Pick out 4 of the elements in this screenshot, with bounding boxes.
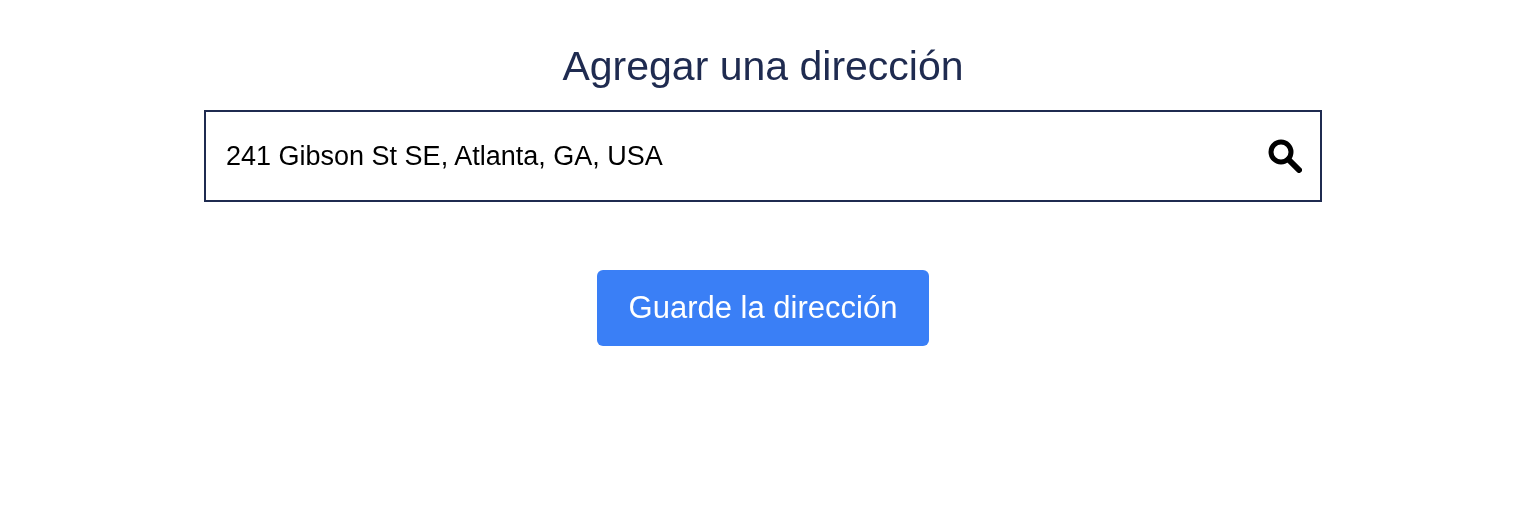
address-field[interactable]: 241 Gibson St SE, Atlanta, GA, USA bbox=[204, 110, 1322, 202]
save-button[interactable]: Guarde la dirección bbox=[597, 270, 929, 346]
page-title: Agregar una dirección bbox=[562, 42, 964, 91]
search-icon[interactable] bbox=[1268, 139, 1302, 173]
